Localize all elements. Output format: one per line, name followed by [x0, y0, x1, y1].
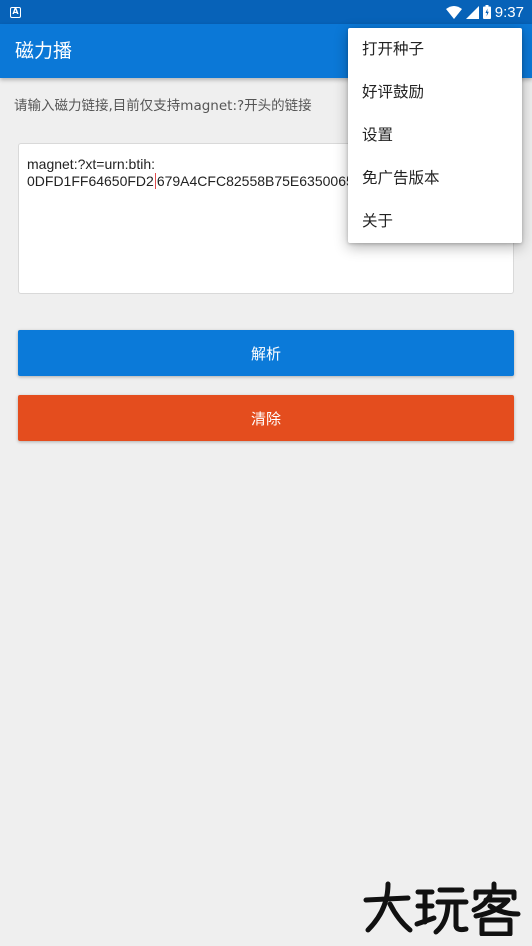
- menu-item-ad-free-version[interactable]: 免广告版本: [348, 157, 522, 200]
- notification-app-icon: A: [10, 6, 21, 18]
- magnet-text-after-caret: 679A4CFC82558B75E6350065: [156, 173, 354, 189]
- input-hint: 请输入磁力链接,目前仅支持magnet:?开头的链接: [14, 98, 312, 114]
- status-left: A: [10, 6, 21, 18]
- status-right: 9:37: [445, 3, 524, 21]
- parse-button[interactable]: 解析: [18, 330, 514, 376]
- status-bar: A 9:37: [0, 0, 532, 24]
- menu-item-rate-app[interactable]: 好评鼓励: [348, 71, 522, 114]
- magnet-text-before-caret: 0DFD1FF64650FD2: [27, 173, 154, 189]
- app-title: 磁力播: [15, 40, 73, 62]
- wifi-icon: [445, 5, 462, 19]
- menu-item-settings[interactable]: 设置: [348, 114, 522, 157]
- text-cursor: [154, 173, 156, 189]
- watermark-logo: [362, 880, 522, 937]
- battery-icon: [482, 5, 491, 19]
- status-time: 9:37: [494, 3, 524, 21]
- overflow-menu: 打开种子 好评鼓励 设置 免广告版本 关于: [348, 28, 522, 243]
- menu-item-about[interactable]: 关于: [348, 200, 522, 243]
- cell-signal-icon: [465, 5, 479, 19]
- menu-item-open-torrent[interactable]: 打开种子: [348, 28, 522, 71]
- clear-button[interactable]: 清除: [18, 395, 514, 441]
